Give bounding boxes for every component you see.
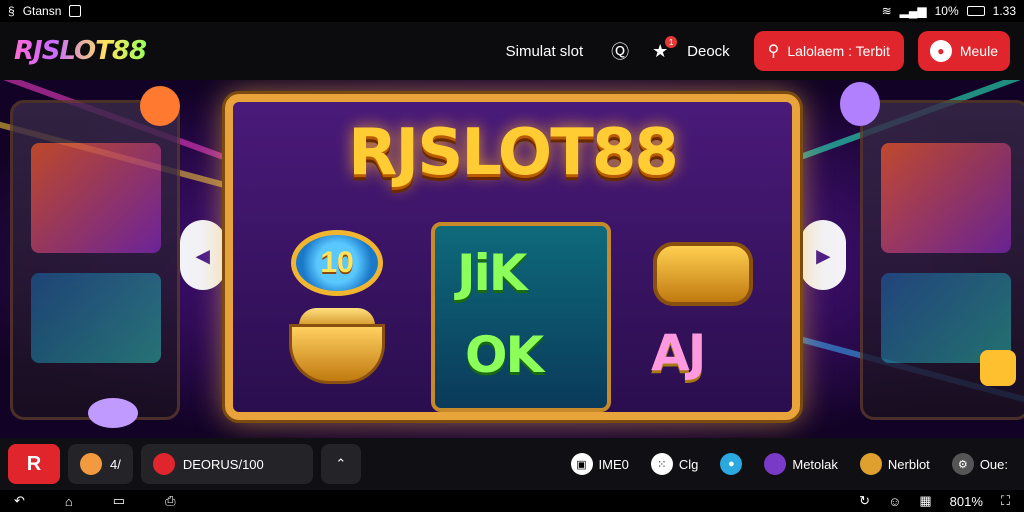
- bottom-item-label: Clg: [678, 456, 699, 472]
- header-nav: Simulat slot Ⓠ ★ 1 Deock ⚲ Lalolaem : Ter…: [496, 31, 1010, 71]
- slot-machine-left: [10, 100, 180, 420]
- menu-button[interactable]: ● Meule: [917, 31, 1010, 71]
- clock: 1.33: [992, 4, 1016, 18]
- battery-percent: 10%: [934, 4, 959, 18]
- floating-chip: [88, 398, 138, 428]
- recents-icon[interactable]: ▭: [113, 493, 125, 509]
- bottom-menu: ▣ IME0 ⁙ Clg ● Metolak Nerblot ⚙ Oue:: [563, 453, 1017, 475]
- avatar2-icon: [859, 453, 882, 475]
- dice-icon: ⁙: [650, 453, 673, 475]
- emoji-icon[interactable]: ☺: [888, 494, 901, 509]
- status-bar: § Gtansn ≋ ▂▄▆ 10% 1.33: [0, 0, 1024, 22]
- signal-icon: ▂▄▆: [899, 4, 927, 18]
- settings-icon: ⚙: [951, 453, 974, 475]
- sysnav-right-text: 801%: [949, 493, 983, 509]
- floating-chip: [140, 86, 180, 126]
- bottom-item-label: IME0: [598, 456, 629, 472]
- search-button[interactable]: ⚲ Lalolaem : Terbit: [753, 31, 904, 71]
- user-circle-icon: ●: [929, 40, 952, 62]
- expand-button[interactable]: ⌃: [320, 444, 361, 484]
- prev-arrow-button[interactable]: ◂: [180, 220, 226, 290]
- help-icon[interactable]: Ⓠ: [607, 38, 633, 64]
- banner-title: RJSLOT88: [348, 116, 679, 190]
- bottom-item-label: Nerblot: [887, 456, 930, 472]
- bottom-item-oue[interactable]: ⚙ Oue:: [944, 453, 1016, 475]
- avatar-icon: [764, 453, 787, 475]
- floating-gem: [840, 82, 880, 126]
- search-button-label: Lalolaem : Terbit: [787, 43, 890, 59]
- bottom-item-clg[interactable]: ⁙ Clg: [643, 453, 707, 475]
- battery-icon: [966, 6, 985, 16]
- deposit-icon: [152, 453, 175, 475]
- app-header: RJSLOT88 Simulat slot Ⓠ ★ 1 Deock ⚲ Lalol…: [0, 22, 1024, 80]
- bottom-item-ime0[interactable]: ▣ IME0: [563, 453, 637, 475]
- bottom-item-nerblot[interactable]: Nerblot: [852, 453, 938, 475]
- coin-icon: [80, 453, 102, 475]
- search-icon: ⚲: [767, 43, 780, 60]
- bottom-item-metolak[interactable]: Metolak: [756, 453, 846, 475]
- status-left-text: Gtansn: [22, 4, 62, 18]
- back-icon[interactable]: ↶: [14, 493, 25, 509]
- site-logo[interactable]: RJSLOT88: [14, 36, 147, 66]
- coin-symbol: 10: [291, 230, 383, 296]
- reel-symbol-ok: OK: [465, 326, 544, 384]
- slot-frame: RJSLOT88 10 JiK OK AJ: [225, 94, 800, 420]
- grid-icon[interactable]: ▦: [919, 493, 931, 509]
- reel-symbol-aj: AJ: [651, 324, 706, 382]
- deposit-pill[interactable]: DEORUS/100: [140, 444, 313, 484]
- treasure-pot-icon: [289, 324, 385, 384]
- star-icon[interactable]: ★ 1: [647, 36, 678, 64]
- status-app-icon: §: [8, 4, 15, 18]
- home-icon[interactable]: ⌂: [65, 494, 73, 509]
- game-banner[interactable]: ◂ ▸ RJSLOT88 10 JiK OK AJ: [0, 80, 1024, 438]
- arrow-right-icon: ▸: [816, 239, 830, 270]
- floating-gold-bar: [980, 350, 1016, 386]
- rotate-icon[interactable]: ↻: [859, 493, 870, 509]
- deposit-text: DEORUS/100: [182, 456, 264, 472]
- fullscreen-icon[interactable]: ⛶: [1001, 493, 1010, 509]
- nav-simulat-slot[interactable]: Simulat slot: [496, 43, 594, 60]
- menu-button-label: Meule: [959, 43, 998, 59]
- chevron-up-icon: ⌃: [335, 456, 347, 471]
- next-arrow-button[interactable]: ▸: [800, 220, 846, 290]
- balance-pill[interactable]: 4/: [68, 444, 133, 484]
- wifi-icon: ≋: [881, 4, 892, 18]
- notification-icon: [69, 5, 82, 17]
- center-reel: JiK OK: [431, 222, 611, 412]
- arrow-left-icon: ◂: [196, 239, 210, 270]
- bottom-item-chat[interactable]: ●: [712, 453, 750, 475]
- notification-badge: 1: [665, 36, 678, 48]
- bottom-item-label: Metolak: [792, 456, 838, 472]
- reel-symbol-jik: JiK: [457, 244, 527, 302]
- treasure-chest-icon: [653, 242, 753, 306]
- bottom-bar: R 4/ DEORUS/100 ⌃ ▣ IME0 ⁙ Clg ● Metolak…: [0, 438, 1024, 490]
- screenshot-icon[interactable]: ⎙: [165, 493, 175, 509]
- nav-deock[interactable]: Deock: [687, 43, 740, 60]
- chat-icon: ●: [720, 453, 743, 475]
- gamepad-icon: ▣: [570, 453, 593, 475]
- balance-text: 4/: [110, 456, 121, 472]
- bottom-logo-button[interactable]: R: [8, 444, 60, 484]
- bottom-item-label: Oue:: [979, 456, 1008, 472]
- system-nav-bar: ↶ ⌂ ▭ ⎙ ↻ ☺ ▦ 801% ⛶: [0, 490, 1024, 512]
